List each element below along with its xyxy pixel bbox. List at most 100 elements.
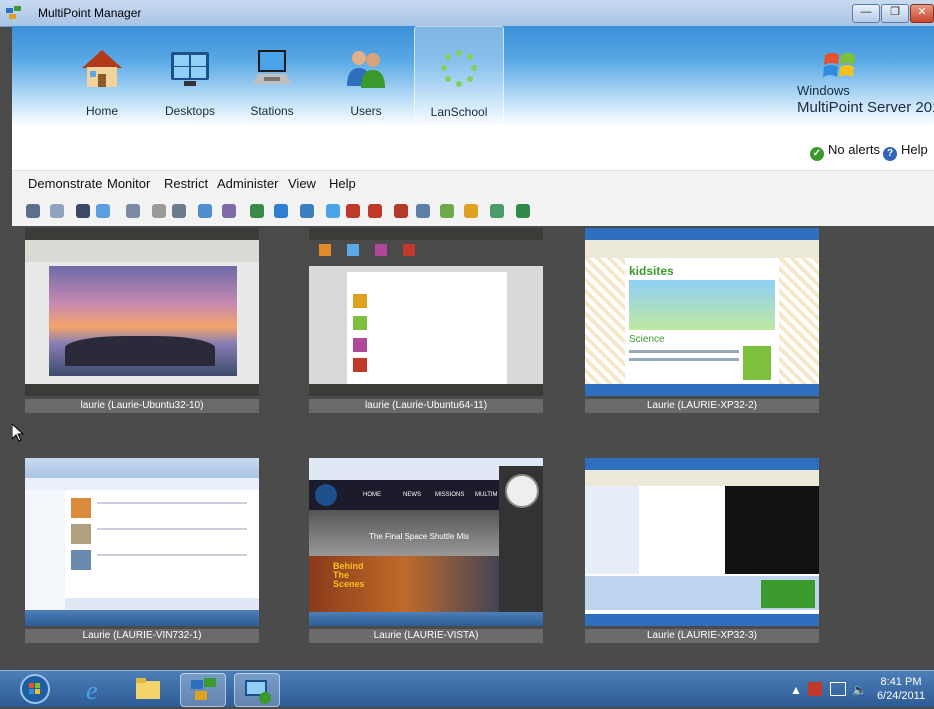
kidsites-logo: kidsites bbox=[629, 264, 674, 278]
show-hidden-icons[interactable]: ▲ bbox=[790, 683, 802, 697]
mouse-pointer-icon bbox=[12, 424, 24, 442]
station-caption: laurie (Laurie-Ubuntu32-10) bbox=[25, 399, 259, 413]
alert-bar: ✓ No alerts ? Help bbox=[12, 126, 934, 170]
menu-help[interactable]: Help bbox=[329, 176, 356, 191]
show-teacher-screen-icon[interactable] bbox=[26, 204, 40, 218]
settings-icon[interactable] bbox=[516, 204, 530, 218]
start-orb-icon bbox=[20, 674, 50, 704]
brand-line1: Windows bbox=[797, 83, 850, 98]
desktops-icon bbox=[171, 52, 209, 86]
minimize-button[interactable]: — bbox=[852, 4, 880, 23]
station-screen: kidsites Science bbox=[585, 228, 819, 396]
tab-desktops[interactable]: Desktops bbox=[146, 26, 234, 126]
volume-icon[interactable]: 🔈 bbox=[852, 683, 867, 697]
taskbar-multipoint-dashboard[interactable] bbox=[234, 673, 280, 707]
station-caption: Laurie (LAURIE-XP32-2) bbox=[585, 399, 819, 413]
keyboard-icon[interactable] bbox=[250, 204, 264, 218]
help-icon: ? bbox=[883, 147, 897, 161]
tab-stations[interactable]: Stations bbox=[228, 26, 316, 126]
window-title: MultiPoint Manager bbox=[38, 6, 142, 20]
tab-lanschool[interactable]: LanSchool bbox=[414, 26, 504, 126]
start-button[interactable] bbox=[12, 673, 58, 705]
station-caption: Laurie (LAURIE-VISTA) bbox=[309, 629, 543, 643]
blank-screen-icon[interactable] bbox=[76, 204, 90, 218]
tab-stations-label: Stations bbox=[250, 104, 294, 118]
ie-icon: e bbox=[86, 676, 98, 705]
check-icon: ✓ bbox=[810, 147, 824, 161]
laptop-icon bbox=[252, 50, 292, 84]
restart-icon[interactable] bbox=[300, 204, 314, 218]
edit-icon[interactable] bbox=[152, 204, 166, 218]
menu-demonstrate[interactable]: Demonstrate bbox=[28, 176, 102, 191]
poll-icon[interactable] bbox=[394, 204, 408, 218]
tests-icon[interactable] bbox=[440, 204, 454, 218]
menu-restrict[interactable]: Restrict bbox=[164, 176, 208, 191]
tab-home-label: Home bbox=[85, 104, 118, 118]
thumbnail-size-icon[interactable] bbox=[490, 204, 504, 218]
restore-button[interactable]: ❐ bbox=[881, 4, 909, 23]
web-icon[interactable] bbox=[198, 204, 212, 218]
multipoint-dashboard-icon bbox=[245, 680, 271, 704]
view-icon[interactable] bbox=[126, 204, 140, 218]
station-caption: laurie (Laurie-Ubuntu64-11) bbox=[309, 399, 543, 413]
house-icon bbox=[82, 50, 122, 87]
tab-home[interactable]: Home bbox=[58, 26, 146, 126]
clock-time: 8:41 PM bbox=[880, 676, 922, 688]
close-icon: ✕ bbox=[917, 6, 927, 18]
help-link[interactable]: ? Help bbox=[883, 142, 928, 161]
alerts-label: No alerts bbox=[828, 142, 881, 157]
clock-date: 6/24/2011 bbox=[876, 690, 926, 702]
remote-icon[interactable] bbox=[464, 204, 478, 218]
station-screen bbox=[309, 228, 543, 396]
taskbar: e ▲ 🔈 8:41 PM 6/24/2011 bbox=[0, 670, 934, 707]
taskbar-multipoint-manager[interactable] bbox=[180, 673, 226, 707]
tab-users[interactable]: Users bbox=[322, 26, 410, 126]
print-icon[interactable] bbox=[222, 204, 236, 218]
explorer-icon bbox=[136, 678, 160, 699]
station-caption: Laurie (LAURIE-VIN732-1) bbox=[25, 629, 259, 643]
lanschool-icon bbox=[441, 50, 477, 87]
application-icon[interactable] bbox=[274, 204, 288, 218]
station-screen bbox=[25, 228, 259, 396]
kidsites-section: Science bbox=[629, 334, 665, 345]
taskbar-ie[interactable]: e bbox=[72, 673, 116, 705]
alerts-status[interactable]: ✓ No alerts bbox=[810, 142, 880, 161]
minimize-icon: — bbox=[860, 6, 872, 18]
menu-bar: Demonstrate Monitor Restrict Administer … bbox=[12, 170, 934, 197]
multipoint-manager-icon bbox=[191, 678, 216, 700]
tab-users-label: Users bbox=[350, 104, 382, 118]
station-screen bbox=[585, 458, 819, 626]
message-icon[interactable] bbox=[96, 204, 110, 218]
stop-icon[interactable] bbox=[368, 204, 382, 218]
brand-line2: MultiPoint Server 2011 bbox=[797, 99, 934, 116]
station-caption: Laurie (LAURIE-XP32-3) bbox=[585, 629, 819, 643]
action-center-icon[interactable] bbox=[808, 682, 822, 696]
show-student-screen-icon[interactable] bbox=[50, 204, 64, 218]
stations-grid: laurie (Laurie-Ubuntu32-10) laurie (Laur… bbox=[12, 226, 934, 670]
menu-monitor[interactable]: Monitor bbox=[107, 176, 150, 191]
windows-logo-icon bbox=[823, 53, 855, 77]
nasa-scenes: Scenes bbox=[333, 579, 365, 589]
close-button[interactable]: ✕ bbox=[910, 4, 934, 23]
menu-view[interactable]: View bbox=[288, 176, 316, 191]
menu-administer[interactable]: Administer bbox=[217, 176, 278, 191]
station-screen bbox=[25, 458, 259, 626]
tab-desktops-label: Desktops bbox=[164, 104, 216, 118]
nasa-nav-news: NEWS bbox=[403, 492, 421, 498]
window-titlebar: MultiPoint Manager — ❐ ✕ bbox=[0, 0, 934, 27]
help-label: Help bbox=[901, 142, 928, 157]
nasa-nav-home: HOME bbox=[363, 492, 381, 498]
station-screen: HOME NEWS MISSIONS MULTIM The Final Spac… bbox=[309, 458, 543, 626]
users-icon bbox=[347, 51, 385, 88]
svg-text:e: e bbox=[86, 676, 98, 705]
logout-icon[interactable] bbox=[326, 204, 340, 218]
network-icon[interactable] bbox=[830, 682, 846, 696]
chat-icon[interactable] bbox=[416, 204, 430, 218]
multipoint-app-icon bbox=[6, 6, 21, 19]
internet-limit-icon[interactable] bbox=[172, 204, 186, 218]
nasa-nav-multimedia: MULTIM bbox=[475, 492, 498, 498]
nasa-nav-missions: MISSIONS bbox=[435, 492, 465, 498]
power-icon[interactable] bbox=[346, 204, 360, 218]
clock[interactable]: 8:41 PM 6/24/2011 bbox=[870, 675, 932, 703]
taskbar-explorer[interactable] bbox=[126, 673, 170, 705]
